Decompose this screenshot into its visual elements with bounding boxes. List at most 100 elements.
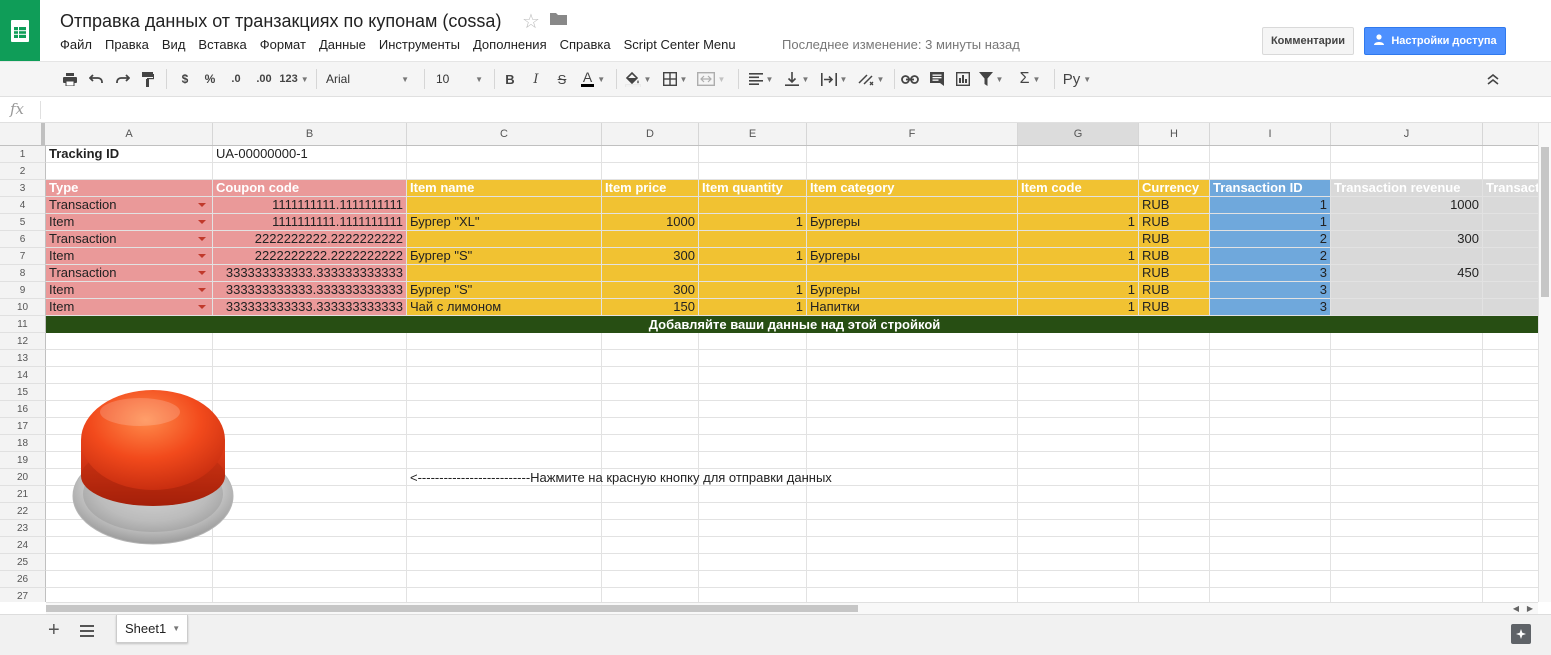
row-header-8[interactable]: 8 xyxy=(0,265,46,282)
cell[interactable] xyxy=(1018,146,1139,163)
row-header-3[interactable]: 3 xyxy=(0,180,46,197)
cell[interactable] xyxy=(407,571,602,588)
cell[interactable] xyxy=(213,384,407,401)
cell[interactable] xyxy=(1139,554,1210,571)
type-dropdown-cell[interactable]: Transaction xyxy=(46,265,213,282)
cell[interactable] xyxy=(213,554,407,571)
table-cell[interactable]: 300 xyxy=(602,248,699,265)
type-dropdown-cell[interactable]: Transaction xyxy=(46,197,213,214)
cell[interactable] xyxy=(1139,384,1210,401)
add-sheet-icon[interactable]: + xyxy=(48,619,60,642)
table-cell[interactable]: 1111111111.1111111111 xyxy=(213,197,407,214)
cell[interactable] xyxy=(1210,333,1331,350)
cell[interactable] xyxy=(213,588,407,602)
cell[interactable] xyxy=(407,435,602,452)
row-header-15[interactable]: 15 xyxy=(0,384,46,401)
cell[interactable] xyxy=(1210,367,1331,384)
vertical-align-button[interactable]: ▼ xyxy=(780,62,814,96)
scroll-left-icon[interactable]: ◀ xyxy=(1509,603,1523,614)
cell[interactable] xyxy=(407,486,602,503)
text-color-button[interactable]: A ▼ xyxy=(576,62,610,96)
column-header-g[interactable]: G xyxy=(1018,123,1139,145)
cell[interactable] xyxy=(1210,452,1331,469)
cell[interactable] xyxy=(1210,571,1331,588)
table-cell[interactable] xyxy=(1483,231,1538,248)
cell[interactable] xyxy=(807,350,1018,367)
star-icon[interactable]: ☆ xyxy=(522,9,540,34)
table-cell[interactable] xyxy=(602,197,699,214)
borders-button[interactable]: ▼ xyxy=(660,62,690,96)
cell[interactable] xyxy=(46,350,213,367)
cell[interactable] xyxy=(46,571,213,588)
table-cell[interactable]: 2 xyxy=(1210,248,1331,265)
table-cell[interactable]: 150 xyxy=(602,299,699,316)
print-icon[interactable] xyxy=(60,62,80,96)
cell[interactable] xyxy=(1331,384,1483,401)
cell[interactable] xyxy=(602,367,699,384)
table-header-cell[interactable]: Item name xyxy=(407,180,602,197)
cell[interactable] xyxy=(1210,537,1331,554)
cell[interactable] xyxy=(1210,469,1331,486)
cell[interactable] xyxy=(1210,503,1331,520)
insert-comment-icon[interactable] xyxy=(926,62,948,96)
column-header-d[interactable]: D xyxy=(602,123,699,145)
cell[interactable] xyxy=(1210,384,1331,401)
cell[interactable] xyxy=(1139,486,1210,503)
folder-icon[interactable] xyxy=(550,12,567,30)
menu-data[interactable]: Данные xyxy=(319,37,366,55)
cell[interactable] xyxy=(602,401,699,418)
table-cell[interactable] xyxy=(407,265,602,282)
cell[interactable] xyxy=(1210,350,1331,367)
cell[interactable] xyxy=(602,588,699,602)
cell[interactable] xyxy=(807,367,1018,384)
select-all-corner[interactable] xyxy=(0,123,45,145)
table-cell[interactable]: 3 xyxy=(1210,282,1331,299)
add-data-banner[interactable]: Добавляйте ваши данные над этой стройкой xyxy=(46,316,1538,333)
dropdown-arrow-icon[interactable] xyxy=(198,220,206,224)
cell[interactable] xyxy=(1210,401,1331,418)
cell[interactable] xyxy=(46,367,213,384)
cell[interactable] xyxy=(1139,520,1210,537)
cell[interactable] xyxy=(602,163,699,180)
cell[interactable] xyxy=(1210,435,1331,452)
scroll-right-icon[interactable]: ▶ xyxy=(1523,603,1537,614)
cell[interactable] xyxy=(1018,486,1139,503)
cell[interactable] xyxy=(213,350,407,367)
table-cell[interactable]: RUB xyxy=(1139,214,1210,231)
cell[interactable] xyxy=(602,435,699,452)
cell[interactable] xyxy=(1018,571,1139,588)
cell[interactable] xyxy=(1331,503,1483,520)
cell[interactable] xyxy=(807,146,1018,163)
font-family-select[interactable]: Arial ▼ xyxy=(322,69,414,89)
fill-color-button[interactable]: ▼ xyxy=(622,62,654,96)
cell[interactable] xyxy=(46,333,213,350)
table-header-cell[interactable]: Item code xyxy=(1018,180,1139,197)
table-header-cell[interactable]: Transact xyxy=(1483,180,1538,197)
table-cell[interactable] xyxy=(699,265,807,282)
cell[interactable] xyxy=(1139,163,1210,180)
cell[interactable] xyxy=(1139,452,1210,469)
cell[interactable] xyxy=(46,163,213,180)
cell[interactable] xyxy=(1018,163,1139,180)
cell[interactable] xyxy=(807,588,1018,602)
table-cell[interactable] xyxy=(807,231,1018,248)
cell[interactable] xyxy=(213,401,407,418)
cell[interactable] xyxy=(1139,503,1210,520)
cell[interactable] xyxy=(1139,350,1210,367)
dropdown-arrow-icon[interactable] xyxy=(198,203,206,207)
table-cell[interactable]: 3 xyxy=(1210,299,1331,316)
undo-icon[interactable] xyxy=(86,62,106,96)
table-cell[interactable]: 1 xyxy=(1210,197,1331,214)
row-header-18[interactable]: 18 xyxy=(0,435,46,452)
row-header-12[interactable]: 12 xyxy=(0,333,46,350)
cell[interactable] xyxy=(407,503,602,520)
cell[interactable] xyxy=(1018,452,1139,469)
cell[interactable] xyxy=(1018,350,1139,367)
cell[interactable] xyxy=(213,537,407,554)
row-header-20[interactable]: 20 xyxy=(0,469,46,486)
cell[interactable] xyxy=(1331,350,1483,367)
cell[interactable] xyxy=(1331,554,1483,571)
cell[interactable] xyxy=(407,146,602,163)
cell[interactable] xyxy=(807,554,1018,571)
cell[interactable] xyxy=(407,588,602,602)
